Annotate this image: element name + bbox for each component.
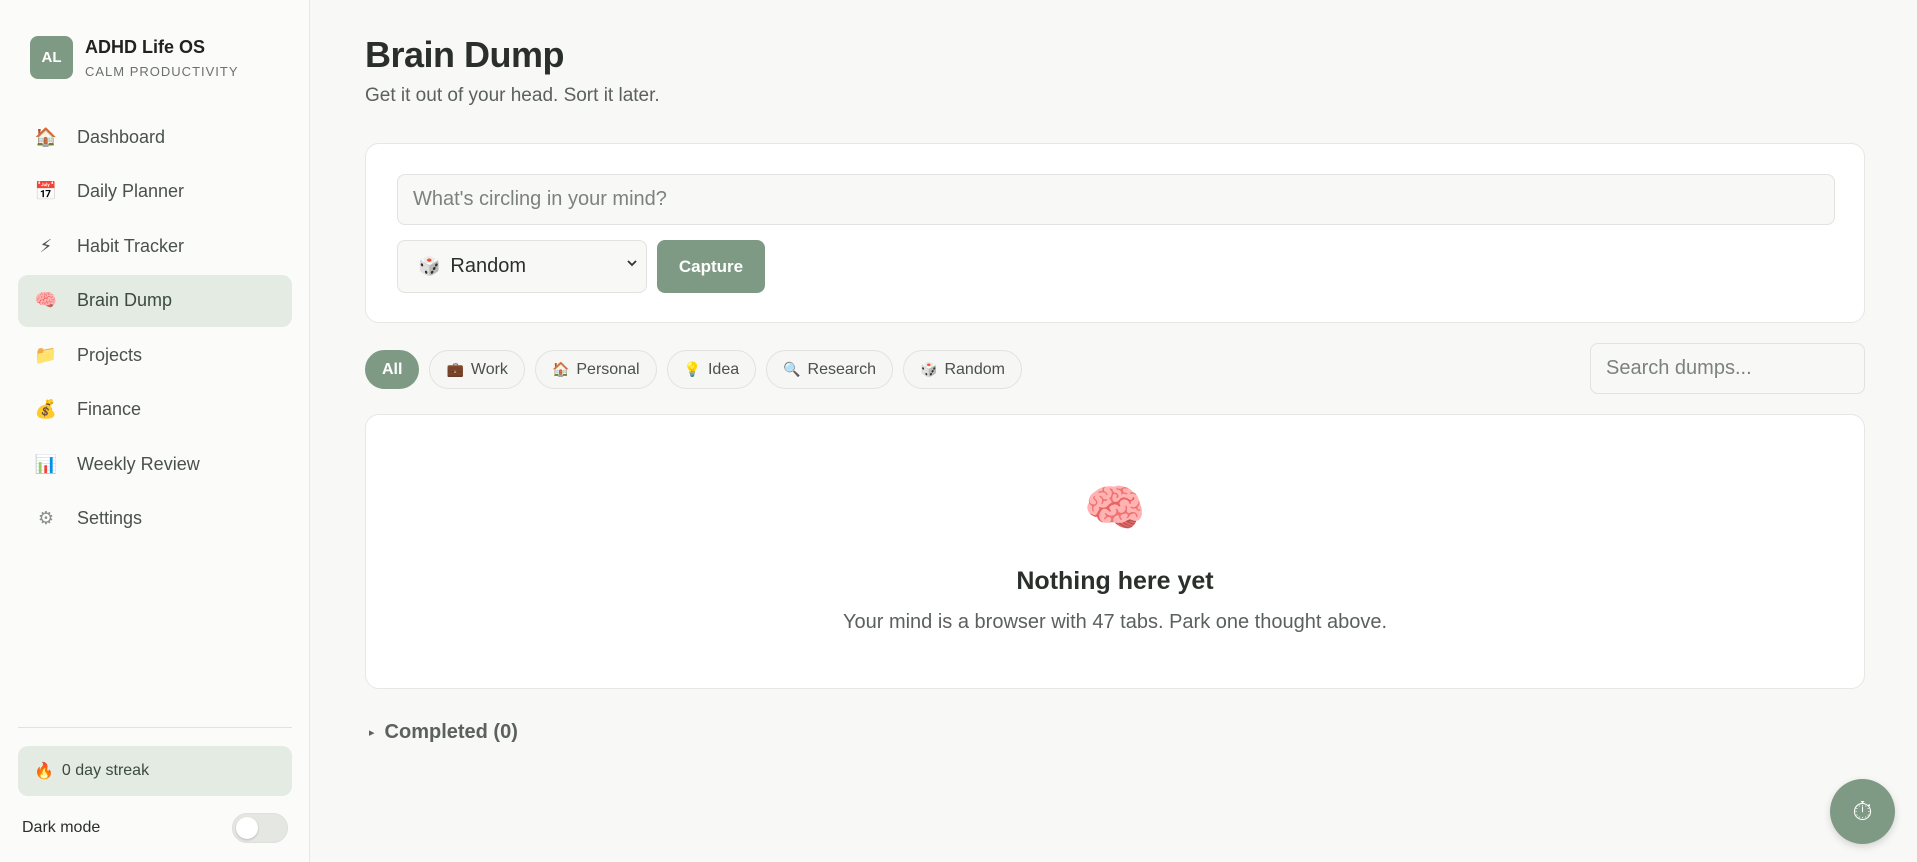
toggle-knob [236,817,258,839]
filter-chips: All 💼 Work 🏠 Personal 💡 Idea 🔍 Research … [365,350,1032,389]
lightning-icon: ⚡ [39,235,53,256]
focus-timer-button[interactable]: ⏱ [1830,779,1895,844]
page-title: Brain Dump [365,34,565,75]
filter-chip-all[interactable]: All [365,350,420,389]
brain-icon: 🧠 [34,290,58,310]
flame-icon: 🔥 [34,763,54,780]
filter-chip-research[interactable]: 🔍 Research [766,350,894,389]
sidebar-item-settings[interactable]: ⚙ Settings [18,493,292,545]
filter-chip-work[interactable]: 💼 Work [429,350,525,389]
sidebar-item-label: Dashboard [77,126,166,147]
folder-icon: 📁 [34,344,58,365]
sidebar-item-habit-tracker[interactable]: ⚡ Habit Tracker [18,220,292,272]
search-dumps-input[interactable] [1590,343,1865,394]
sidebar-item-label: Weekly Review [77,453,200,474]
category-select-value: Random [450,255,527,277]
dark-mode-label: Dark mode [22,819,101,836]
filter-chip-label: All [382,360,403,378]
completed-toggle[interactable]: ▸ Completed (0) [369,721,518,744]
timer-icon: ⏱ [1852,795,1873,826]
filter-chip-label: Research [807,360,877,378]
page-subtitle: Get it out of your head. Sort it later. [365,85,660,106]
filter-chip-idea[interactable]: 💡 Idea [666,350,757,389]
streak-badge: 🔥 0 day streak [18,746,292,796]
sidebar-item-brain-dump[interactable]: 🧠 Brain Dump [18,274,292,327]
calendar-icon: 📅 [34,181,58,201]
house-icon: 🏠 [34,126,58,147]
brand-name: ADHD Life OS [85,36,206,57]
filter-chip-label: Work [470,360,508,378]
sidebar-item-dashboard[interactable]: 🏠 Dashboard [18,111,292,163]
sidebar-item-daily-planner[interactable]: 📅 Daily Planner [18,166,292,218]
sidebar-item-weekly-review[interactable]: 📊 Weekly Review [18,438,292,490]
filter-chip-label: Personal [576,360,640,378]
brand-tagline: CALM PRODUCTIVITY [85,63,239,79]
sidebar-item-finance[interactable]: 💰 Finance [18,384,292,436]
dice-icon: 🎲 [920,361,938,377]
dice-icon: 🎲 [418,256,441,276]
sidebar-item-label: Finance [77,399,142,419]
briefcase-icon: 💼 [446,361,464,377]
brand: AL ADHD Life OS CALM PRODUCTIVITY [30,36,239,79]
sidebar-nav: 🏠 Dashboard 📅 Daily Planner ⚡ Habit Trac… [18,111,292,547]
sidebar-divider [18,727,292,728]
sidebar-item-label: Settings [77,508,143,528]
capture-card: 🎲 Random Capture [365,143,1865,323]
dark-mode-toggle[interactable] [232,813,288,843]
money-bag-icon: 💰 [34,399,58,419]
capture-button[interactable]: Capture [657,240,765,293]
bar-chart-icon: 📊 [34,453,58,474]
sidebar-item-label: Habit Tracker [77,235,185,256]
triangle-right-icon: ▸ [369,727,375,739]
brain-icon: 🧠 [1083,480,1147,536]
gear-icon: ⚙ [37,508,55,528]
filter-chip-label: Idea [707,360,740,378]
empty-state-card: 🧠 Nothing here yet Your mind is a browse… [365,414,1865,689]
sidebar-item-projects[interactable]: 📁 Projects [18,329,292,381]
house-icon: 🏠 [551,361,570,377]
empty-state-text: Your mind is a browser with 47 tabs. Par… [842,611,1388,633]
brain-dump-input[interactable] [397,174,1835,225]
sidebar: AL ADHD Life OS CALM PRODUCTIVITY 🏠 Dash… [0,0,310,862]
magnifier-icon: 🔍 [783,361,801,377]
chevron-down-icon [626,256,638,272]
sidebar-item-label: Daily Planner [77,181,185,201]
dark-mode-row: Dark mode [22,813,288,843]
completed-label: Completed (0) [384,721,518,743]
empty-state-title: Nothing here yet [1016,567,1214,595]
streak-label: 0 day streak [61,762,150,779]
brand-avatar: AL [30,36,73,79]
sidebar-item-label: Brain Dump [77,290,173,310]
sidebar-item-label: Projects [77,344,143,365]
lightbulb-icon: 💡 [683,361,701,377]
filter-chip-random[interactable]: 🎲 Random [903,350,1022,389]
filter-chip-label: Random [944,360,1005,378]
category-select[interactable]: 🎲 Random [397,240,647,293]
filter-chip-personal[interactable]: 🏠 Personal [534,350,657,389]
